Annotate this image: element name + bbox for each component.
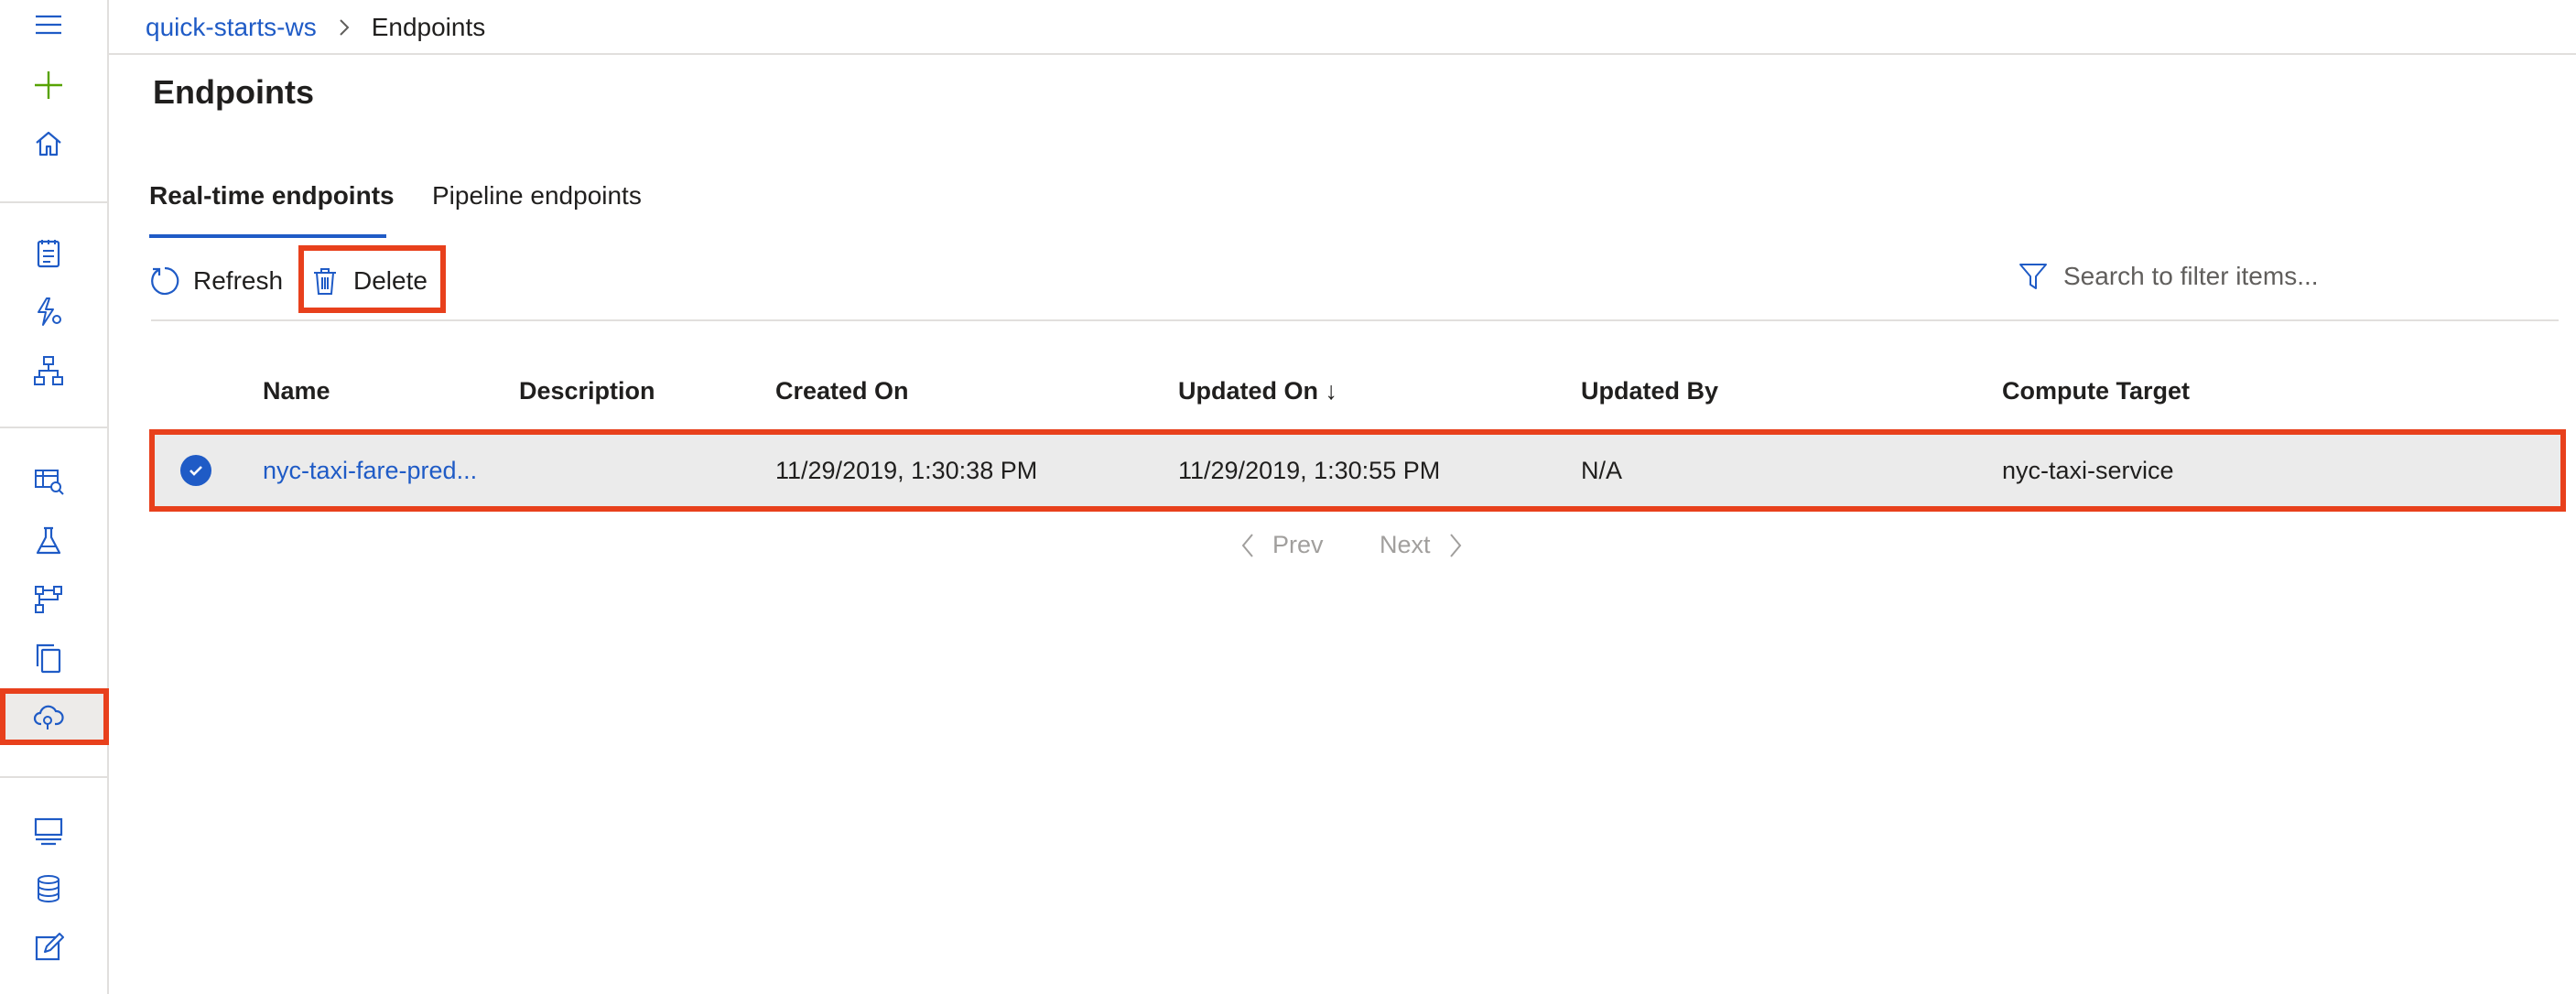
automated-ml-icon[interactable] [27, 291, 70, 333]
cell-updated-on: 11/29/2019, 1:30:55 PM [1178, 457, 1441, 484]
chevron-right-icon [339, 19, 350, 36]
checkmark-icon [189, 466, 202, 476]
next-label: Next [1380, 531, 1431, 558]
prev-page-button[interactable]: Prev [1239, 531, 1324, 559]
column-header-compute-target[interactable]: Compute Target [2002, 377, 2190, 405]
compute-icon[interactable] [27, 809, 70, 851]
header-divider [109, 53, 2576, 55]
breadcrumb: quick-starts-ws Endpoints [146, 11, 485, 44]
toolbar-divider [151, 319, 2559, 321]
breadcrumb-current: Endpoints [371, 13, 486, 41]
breadcrumb-workspace-link[interactable]: quick-starts-ws [146, 13, 317, 42]
notebooks-icon[interactable] [27, 232, 70, 275]
designer-icon[interactable] [27, 350, 70, 392]
experiments-icon[interactable] [27, 520, 70, 562]
home-icon[interactable] [27, 123, 70, 165]
search-box[interactable] [2018, 258, 2365, 295]
rail-divider [0, 776, 107, 778]
cell-updated-by: N/A [1581, 457, 1623, 484]
endpoint-name-link[interactable]: nyc-taxi-fare-pred... [263, 457, 477, 485]
chevron-left-icon [1241, 533, 1253, 557]
delete-button[interactable]: Delete [309, 258, 428, 304]
delete-label: Delete [353, 266, 428, 295]
column-header-name[interactable]: Name [263, 377, 330, 405]
data-labeling-icon[interactable] [27, 926, 70, 968]
left-nav-rail [0, 0, 109, 994]
column-header-description[interactable]: Description [519, 377, 655, 405]
row-checkbox[interactable] [180, 455, 211, 486]
column-header-updated-by[interactable]: Updated By [1581, 377, 1718, 405]
trash-icon [314, 268, 336, 295]
refresh-icon [151, 266, 179, 296]
endpoints-icon[interactable] [27, 696, 70, 738]
next-page-button[interactable]: Next [1380, 531, 1464, 559]
cell-compute-target: nyc-taxi-service [2002, 457, 2174, 484]
prev-label: Prev [1272, 531, 1324, 558]
chevron-right-icon [1449, 533, 1461, 557]
add-icon[interactable] [27, 64, 70, 106]
datastores-icon[interactable] [27, 868, 70, 910]
tab-pipeline-endpoints[interactable]: Pipeline endpoints [432, 181, 642, 211]
filter-icon [2019, 264, 2047, 289]
column-header-updated-on[interactable]: Updated On ↓ [1178, 377, 1337, 405]
column-header-created-on[interactable]: Created On [775, 377, 909, 405]
refresh-button[interactable]: Refresh [149, 258, 283, 304]
models-icon[interactable] [27, 637, 70, 679]
pipelines-icon[interactable] [27, 578, 70, 621]
refresh-label: Refresh [193, 266, 284, 295]
cell-created-on: 11/29/2019, 1:30:38 PM [775, 457, 1038, 484]
rail-divider [0, 427, 107, 428]
menu-icon[interactable] [27, 4, 70, 46]
rail-divider [0, 201, 107, 203]
datasets-icon[interactable] [27, 459, 70, 502]
search-input[interactable] [2063, 262, 2365, 291]
page-title: Endpoints [153, 73, 314, 111]
active-tab-indicator [149, 234, 386, 238]
tab-real-time-endpoints[interactable]: Real-time endpoints [149, 181, 395, 211]
